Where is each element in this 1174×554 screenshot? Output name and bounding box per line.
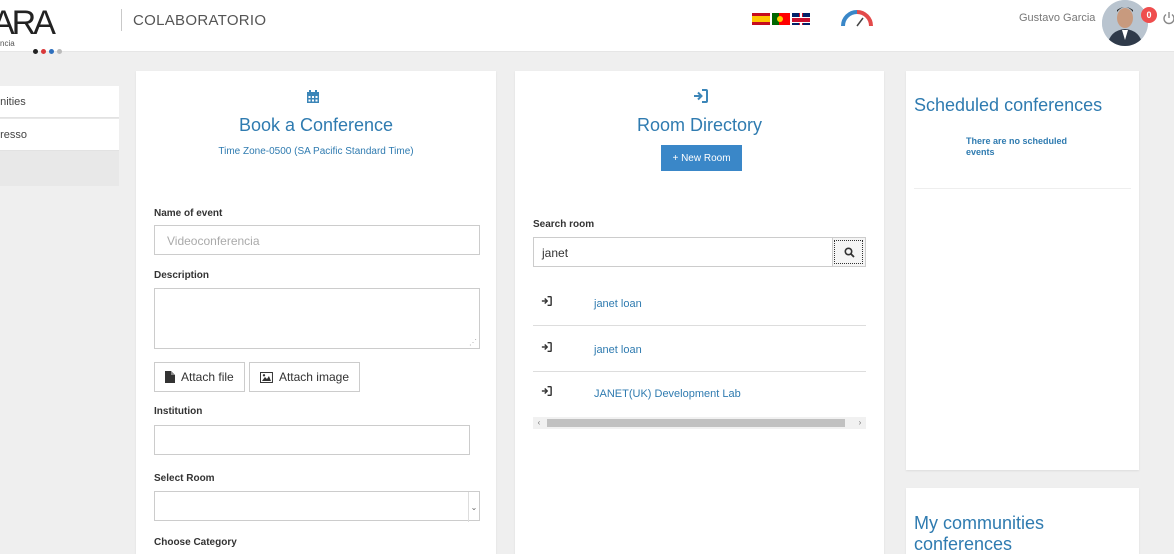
- scroll-left-icon[interactable]: ‹: [533, 417, 545, 429]
- sidebar-item-communities[interactable]: unities: [0, 86, 119, 118]
- search-room-input[interactable]: janet: [534, 238, 832, 266]
- room-directory-card: Room Directory + New Room Search room ja…: [515, 71, 884, 554]
- institution-input[interactable]: [154, 425, 470, 455]
- sign-in-icon: [541, 386, 552, 396]
- english-flag-icon[interactable]: [792, 13, 810, 25]
- my-communities-card: My communities conferences: [906, 488, 1139, 554]
- divider: [914, 188, 1131, 189]
- room-directory-title: Room Directory: [636, 115, 763, 135]
- no-events-message: There are no scheduled events: [966, 136, 1067, 158]
- file-icon: [165, 371, 175, 383]
- logo-dots: [33, 41, 65, 59]
- sidebar-item-label: unities: [0, 96, 26, 108]
- attach-file-button[interactable]: Attach file: [154, 362, 245, 392]
- description-textarea[interactable]: ⋰: [154, 288, 480, 349]
- my-communities-title-line: conferences: [914, 534, 1013, 554]
- event-name-label: Name of event: [154, 208, 223, 219]
- sidebar-item-express[interactable]: presso: [0, 119, 119, 151]
- new-room-button[interactable]: + New Room: [661, 145, 742, 171]
- search-room-label: Search room: [533, 219, 595, 230]
- room-name-link[interactable]: JANET(UK) Development Lab: [594, 388, 741, 400]
- image-icon: [260, 371, 273, 383]
- event-name-input[interactable]: Videoconferencia: [154, 225, 480, 255]
- no-events-line: There are no scheduled: [966, 136, 1068, 146]
- select-room-label: Select Room: [154, 473, 215, 484]
- horizontal-scrollbar[interactable]: ‹ ›: [533, 417, 866, 429]
- attach-image-label: Attach image: [278, 370, 349, 384]
- power-icon[interactable]: [1162, 11, 1174, 25]
- room-name-link[interactable]: janet loan: [594, 344, 642, 356]
- book-conference-title: Book a Conference: [238, 115, 394, 135]
- chevron-down-icon: ⌄: [468, 492, 479, 522]
- search-button[interactable]: [832, 238, 865, 266]
- user-name[interactable]: Gustavo Garcia: [1019, 12, 1095, 24]
- top-header: ARA ncia COLABORATORIO Gustavo Garcia 0: [0, 0, 1174, 54]
- book-conference-card: Book a Conference Time Zone-0500 (SA Pac…: [136, 71, 496, 554]
- select-room-dropdown[interactable]: ⌄: [154, 491, 480, 522]
- institution-label: Institution: [154, 406, 203, 417]
- user-avatar[interactable]: [1102, 0, 1148, 46]
- logo[interactable]: ARA ncia: [0, 4, 90, 54]
- sign-in-icon: [541, 342, 552, 352]
- no-events-line: events: [966, 147, 995, 157]
- timezone-label: Time Zone-0500 (SA Pacific Standard Time…: [218, 146, 414, 157]
- search-room-box: janet: [533, 237, 866, 267]
- sidebar: unities presso: [0, 86, 119, 186]
- search-icon: [843, 246, 855, 258]
- avatar-image: [1102, 0, 1148, 46]
- sidebar-item-label: presso: [0, 129, 28, 141]
- my-communities-title-line: My communities: [914, 513, 1045, 533]
- gauge-icon[interactable]: [840, 8, 874, 28]
- spanish-flag-icon[interactable]: [752, 13, 770, 25]
- resize-grip-icon[interactable]: ⋰: [469, 338, 477, 347]
- choose-category-label: Choose Category: [154, 537, 237, 548]
- attach-image-button[interactable]: Attach image: [249, 362, 360, 392]
- logo-subtext: ncia: [0, 39, 15, 48]
- sign-in-icon: [541, 296, 552, 306]
- portuguese-flag-icon[interactable]: [772, 13, 790, 25]
- language-flags: [752, 13, 810, 25]
- room-result-row[interactable]: JANET(UK) Development Lab: [533, 371, 866, 416]
- header-separator: [121, 9, 122, 31]
- notification-badge[interactable]: 0: [1141, 7, 1157, 23]
- attach-file-label: Attach file: [181, 370, 234, 384]
- room-result-row[interactable]: janet loan: [533, 327, 866, 372]
- sign-in-icon: [694, 89, 708, 103]
- app-title: COLABORATORIO: [133, 12, 267, 29]
- scroll-right-icon[interactable]: ›: [854, 417, 866, 429]
- scheduled-conferences-title: Scheduled conferences: [914, 95, 1103, 115]
- scrollbar-thumb[interactable]: [547, 419, 845, 427]
- scheduled-conferences-card: Scheduled conferences There are no sched…: [906, 71, 1139, 470]
- logo-text: ARA: [0, 4, 56, 42]
- calendar-icon: [307, 90, 319, 103]
- room-result-row[interactable]: janet loan: [533, 281, 866, 326]
- room-name-link[interactable]: janet loan: [594, 298, 642, 310]
- my-communities-title: My communities conferences: [914, 513, 1044, 554]
- description-label: Description: [154, 270, 210, 281]
